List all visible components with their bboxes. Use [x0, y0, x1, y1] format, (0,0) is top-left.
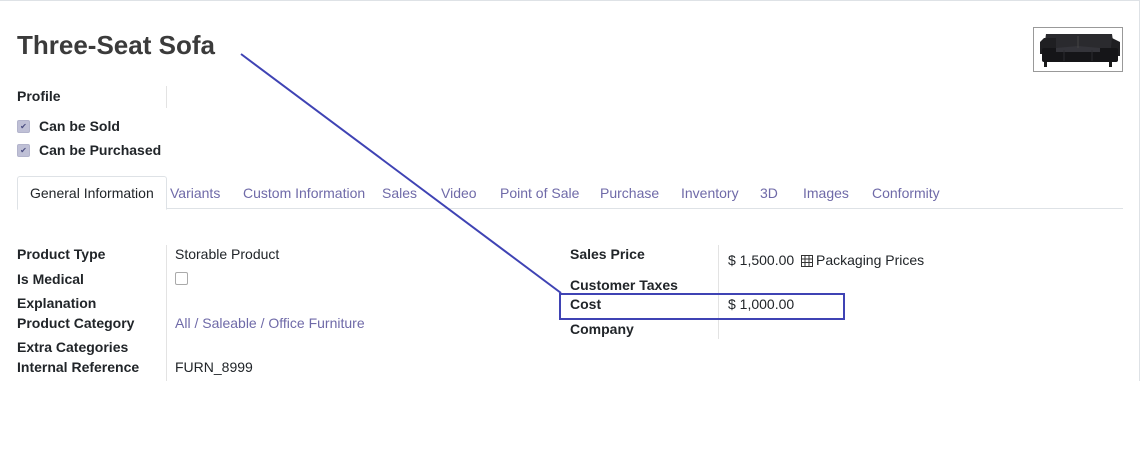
- company-label: Company: [570, 321, 634, 337]
- product-image[interactable]: [1033, 27, 1123, 72]
- tab-custom-information[interactable]: Custom Information: [243, 177, 365, 209]
- tab-video[interactable]: Video: [441, 177, 477, 209]
- profile-label: Profile: [17, 88, 61, 104]
- sofa-image: [1040, 34, 1120, 67]
- left-column-divider: [166, 245, 167, 381]
- is-medical-label: Is Medical: [17, 271, 84, 287]
- tab-3d[interactable]: 3D: [760, 177, 778, 209]
- is-medical-checkbox[interactable]: [175, 272, 188, 285]
- tab-inventory[interactable]: Inventory: [681, 177, 739, 209]
- checkmark-icon: ✔: [20, 122, 27, 131]
- tab-sales[interactable]: Sales: [382, 177, 417, 209]
- can-be-purchased-label: Can be Purchased: [39, 142, 162, 158]
- packaging-prices-label: Packaging Prices: [816, 252, 925, 268]
- internal-reference-field[interactable]: FURN_8999: [175, 359, 253, 375]
- internal-reference-label: Internal Reference: [17, 359, 140, 375]
- profile-divider: [166, 86, 167, 108]
- extra-categories-label: Extra Categories: [17, 339, 129, 355]
- tab-conformity[interactable]: Conformity: [872, 177, 940, 209]
- can-be-sold-checkbox[interactable]: ✔: [17, 120, 30, 133]
- cost-highlight-box: [559, 293, 845, 320]
- sales-price-field[interactable]: $ 1,500.00: [728, 252, 794, 268]
- tab-general-information[interactable]: General Information: [17, 176, 167, 210]
- product-category-link[interactable]: All / Saleable / Office Furniture: [175, 315, 365, 331]
- product-name[interactable]: Three-Seat Sofa: [17, 29, 215, 61]
- checkmark-icon: ✔: [20, 146, 27, 155]
- customer-taxes-label: Customer Taxes: [570, 277, 678, 293]
- tab-point-of-sale[interactable]: Point of Sale: [500, 177, 579, 209]
- product-form-sheet: Three-Seat Sofa Profile ✔ Can be Sold ✔ …: [0, 0, 1140, 381]
- tab-purchase[interactable]: Purchase: [600, 177, 659, 209]
- can-be-sold-label: Can be Sold: [39, 118, 120, 134]
- sales-price-label: Sales Price: [570, 246, 645, 262]
- product-type-label: Product Type: [17, 246, 106, 262]
- tab-images[interactable]: Images: [803, 177, 849, 209]
- product-category-label: Product Category: [17, 315, 135, 331]
- tab-variants[interactable]: Variants: [170, 177, 220, 209]
- table-grid-icon: [801, 254, 813, 270]
- right-column-divider: [718, 245, 719, 339]
- packaging-prices-button[interactable]: Packaging Prices: [801, 252, 924, 270]
- explanation-label: Explanation: [17, 295, 97, 311]
- can-be-purchased-checkbox[interactable]: ✔: [17, 144, 30, 157]
- product-type-select[interactable]: Storable Product: [175, 246, 279, 262]
